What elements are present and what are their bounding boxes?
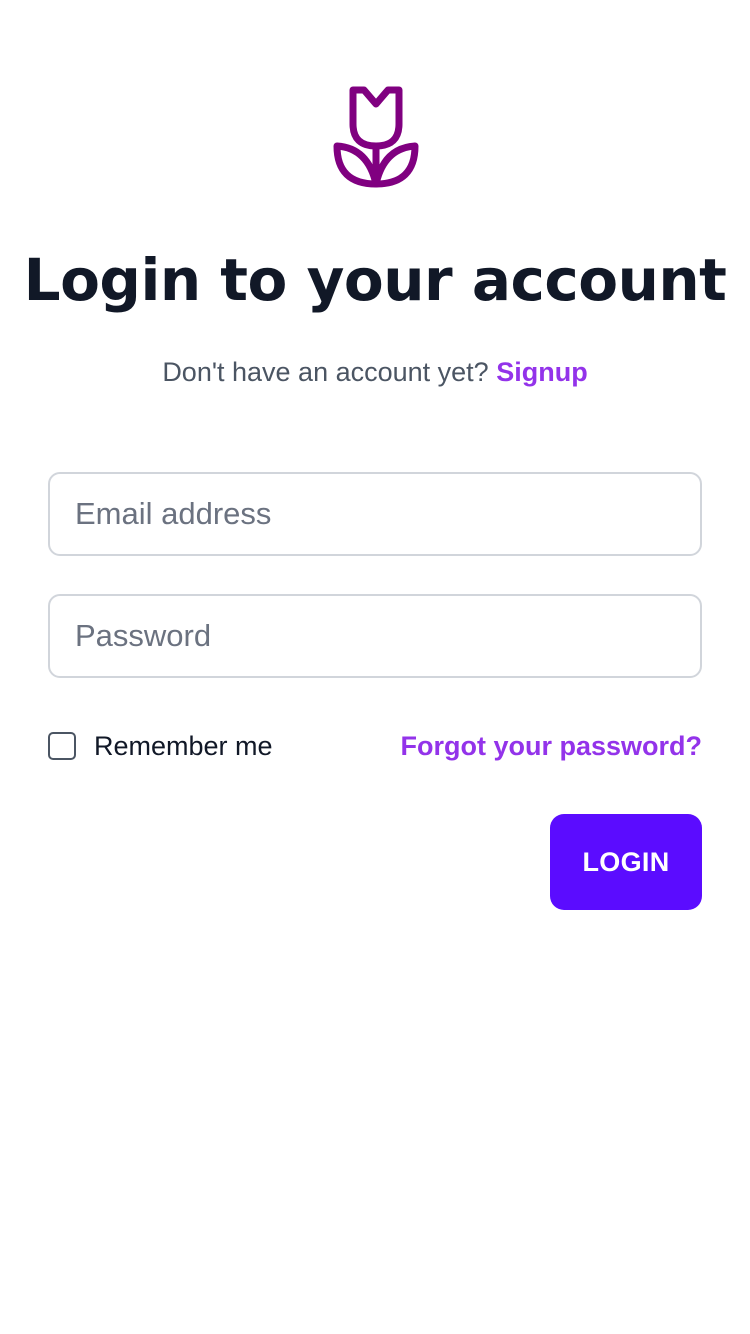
remember-me-checkbox[interactable] xyxy=(48,732,76,760)
tulip-icon xyxy=(331,86,421,188)
page-title: Login to your account xyxy=(23,246,727,314)
signup-prompt: Don't have an account yet? Signup xyxy=(0,353,750,391)
forgot-password-link[interactable]: Forgot your password? xyxy=(400,729,702,763)
login-button[interactable]: LOGIN xyxy=(550,814,702,910)
signup-prompt-text: Don't have an account yet? xyxy=(162,357,489,387)
login-page: Login to your account Don't have an acco… xyxy=(0,0,750,1334)
signup-link[interactable]: Signup xyxy=(496,357,587,387)
password-field[interactable] xyxy=(48,594,702,678)
remember-me-option[interactable]: Remember me xyxy=(48,729,273,763)
email-field[interactable] xyxy=(48,472,702,556)
remember-me-label: Remember me xyxy=(94,731,273,761)
